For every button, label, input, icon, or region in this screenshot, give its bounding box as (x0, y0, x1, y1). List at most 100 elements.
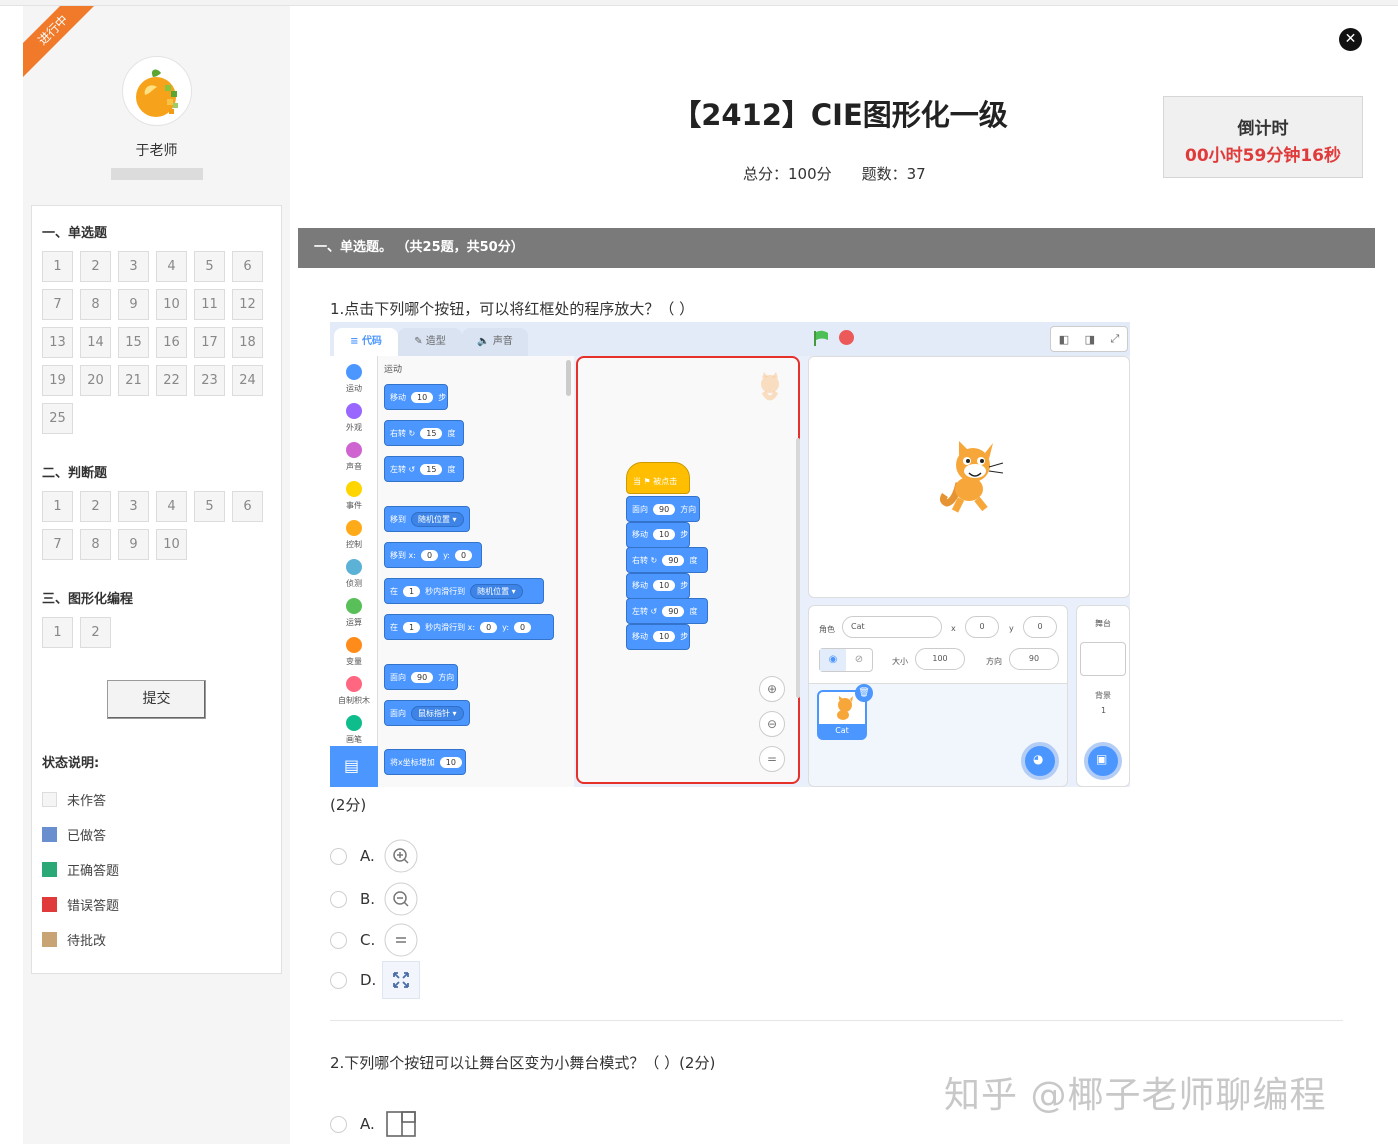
legend-unanswered: 未作答 (42, 790, 106, 809)
question-number-button[interactable]: 3 (118, 251, 149, 282)
question-number-button[interactable]: 2 (80, 491, 111, 522)
question-number-button[interactable]: 3 (118, 491, 149, 522)
zoom-out-icon (384, 882, 418, 916)
radio-c[interactable] (330, 931, 347, 949)
scratch-block: 移动 10 步 (626, 572, 690, 599)
backdrop-add-icon: ▣ (1096, 752, 1108, 766)
small-stage-icon: ◧ (1058, 332, 1070, 346)
category-dot (346, 403, 362, 419)
large-stage-icon: ◨ (1084, 332, 1095, 346)
timer-value: 00小时59分钟16秒 (1185, 146, 1341, 166)
cat-sprite-icon (761, 372, 779, 401)
category-dot (346, 364, 362, 380)
question-number-button[interactable]: 8 (80, 529, 111, 560)
green-flag-icon (814, 330, 828, 346)
question-number-button[interactable]: 24 (232, 365, 263, 396)
add-sprite-button: ◕ (1021, 742, 1059, 780)
question-number-button[interactable]: 1 (42, 251, 73, 282)
radio-d[interactable] (330, 971, 347, 989)
close-button[interactable]: ✕ (1339, 28, 1362, 51)
sidebar: 进行中 于老师 一、单选题 1 2 3 4 5 6 7 8 9 10 11 12 13 14 15 16 17 1… (23, 6, 290, 1144)
sprite-name-field: Cat (842, 616, 942, 638)
category-label: 侦测 (346, 579, 362, 588)
scratch-sprite-pane: 角色 Cat x 0 y 0 ◉ ⊘ 大小 100 方向 90 Cat 🗑 ◕ (808, 605, 1068, 787)
scratch-block: 移动 10 步 (626, 623, 690, 650)
judge-grid: 1 2 3 4 5 6 7 8 9 10 (42, 491, 272, 560)
teacher-name: 于老师 (135, 143, 178, 159)
question-1-option-b[interactable]: B. (330, 880, 420, 918)
scratch-category-list: 运动 外观 声音 事件 控制 侦测 运算 变量 自制积木 画笔 (330, 356, 378, 787)
question-number-button[interactable]: 15 (118, 327, 149, 358)
question-number-button[interactable]: 8 (80, 289, 111, 320)
y-field: 0 (1023, 616, 1057, 638)
question-number-button[interactable]: 7 (42, 289, 73, 320)
question-number-button[interactable]: 12 (232, 289, 263, 320)
question-number-button[interactable]: 11 (194, 289, 225, 320)
question-number-button[interactable]: 1 (42, 617, 73, 648)
scratch-block: 移动 10 步 (384, 384, 448, 410)
swatch-correct (42, 862, 57, 877)
question-number-button[interactable]: 17 (194, 327, 225, 358)
question-2-option-a[interactable]: A. (330, 1105, 420, 1143)
scratch-block: 在 1 秒内滑行到 x: 0 y: 0 (384, 614, 554, 640)
question-number-button[interactable]: 19 (42, 365, 73, 396)
section-title-programming: 三、图形化编程 (42, 592, 134, 607)
category-label: 画笔 (346, 735, 362, 744)
category-label: 事件 (346, 501, 362, 510)
timer-label: 倒计时 (1237, 119, 1289, 139)
question-number-button[interactable]: 10 (156, 529, 187, 560)
question-number-button[interactable]: 18 (232, 327, 263, 358)
radio-q2-a[interactable] (330, 1115, 347, 1133)
question-1-text: 1.点击下列哪个按钮，可以将红框处的程序放大？（ ） (330, 300, 695, 318)
category-dot (346, 559, 362, 575)
palette-heading: 运动 (384, 365, 403, 375)
question-1-score: (2分) (330, 796, 367, 814)
question-1-option-d[interactable]: D. (330, 961, 420, 999)
scratch-tab-bar: ≡ 代码 ✎ 造型 🔈 声音 ◧ ◨ ⤢ (330, 322, 1130, 356)
question-number-button[interactable]: 1 (42, 491, 73, 522)
question-number-button[interactable]: 21 (118, 365, 149, 396)
question-number-button[interactable]: 6 (232, 491, 263, 522)
question-number-button[interactable]: 5 (194, 251, 225, 282)
extension-icon: ▤ (344, 756, 360, 775)
x-field: 0 (965, 616, 999, 638)
radio-b[interactable] (330, 890, 347, 908)
question-number-button[interactable]: 9 (118, 289, 149, 320)
close-icon: ✕ (1344, 31, 1357, 47)
scratch-stage (808, 356, 1130, 598)
backdrop-count: 1 (1101, 706, 1107, 715)
question-1-option-a[interactable]: A. (330, 837, 420, 875)
question-count: 题数：37 (861, 165, 926, 183)
section-title-judge: 二、判断题 (42, 466, 108, 481)
radio-a[interactable] (330, 847, 347, 865)
question-number-button[interactable]: 2 (80, 251, 111, 282)
question-number-button[interactable]: 9 (118, 529, 149, 560)
question-number-button[interactable]: 4 (156, 251, 187, 282)
scratch-block: 移到 随机位置 ▾ (384, 506, 470, 532)
question-1-option-c[interactable]: C. (330, 921, 420, 959)
submit-button[interactable]: 提交 (107, 680, 206, 719)
question-number-button[interactable]: 13 (42, 327, 73, 358)
add-backdrop-button: ▣ (1084, 742, 1122, 780)
question-number-button[interactable]: 20 (80, 365, 111, 396)
scratch-block: 左转 ↺ 15 度 (384, 456, 464, 482)
question-number-button[interactable]: 2 (80, 617, 111, 648)
question-number-button[interactable]: 10 (156, 289, 187, 320)
question-number-button[interactable]: 23 (194, 365, 225, 396)
cat-add-icon: ◕ (1033, 752, 1044, 766)
question-number-button[interactable]: 5 (194, 491, 225, 522)
x-label: x (951, 624, 956, 633)
question-number-button[interactable]: 6 (232, 251, 263, 282)
scratch-block: 右转 ↻ 90 度 (626, 547, 708, 573)
question-number-button[interactable]: 16 (156, 327, 187, 358)
question-number-button[interactable]: 7 (42, 529, 73, 560)
question-number-button[interactable]: 14 (80, 327, 111, 358)
zoom-in-button-img: ⊕ (759, 676, 785, 702)
avatar (122, 56, 192, 126)
question-number-button[interactable]: 22 (156, 365, 187, 396)
scratch-block: 在 1 秒内滑行到 随机位置 ▾ (384, 578, 544, 604)
scratch-block: 面向 90 方向 (626, 496, 700, 522)
question-number-button[interactable]: 25 (42, 403, 73, 434)
cat-sprite-icon (837, 696, 853, 720)
question-number-button[interactable]: 4 (156, 491, 187, 522)
